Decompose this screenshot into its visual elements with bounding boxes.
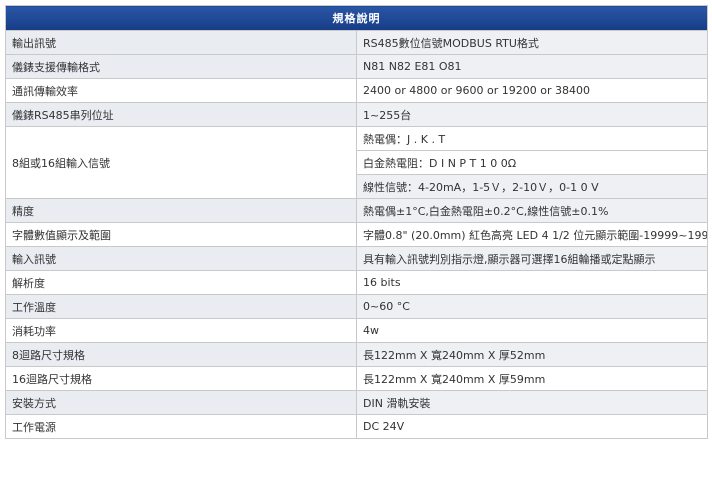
table-row: 儀錶RS485串列位址 1~255台 [5,102,708,127]
row-label: 工作電源 [5,414,357,439]
table-row: 16迴路尺寸規格 長122mm X 寬240mm X 厚59mm [5,366,708,391]
row-label: 工作溫度 [5,294,357,319]
row-value: 長122mm X 寬240mm X 厚59mm [356,366,708,391]
row-value: 熱電偶：J . K . T [356,126,708,151]
row-label: 通訊傳輸效率 [5,78,357,103]
row-label: 8迴路尺寸規格 [5,342,357,367]
table-row: 8迴路尺寸規格 長122mm X 寬240mm X 厚52mm [5,342,708,367]
spec-table-container: 規格說明 輸出訊號 RS485數位信號MODBUS RTU格式 儀錶支援傳輸格式… [5,5,708,439]
row-value: 16 bits [356,270,708,295]
table-row: 輸出訊號 RS485數位信號MODBUS RTU格式 [5,30,708,55]
spec-table: 規格說明 輸出訊號 RS485數位信號MODBUS RTU格式 儀錶支援傳輸格式… [5,5,708,439]
table-row: 解析度 16 bits [5,270,708,295]
table-row: 儀錶支援傳輸格式 N81 N82 E81 O81 [5,54,708,79]
table-row: 通訊傳輸效率 2400 or 4800 or 9600 or 19200 or … [5,78,708,103]
row-label: 安裝方式 [5,390,357,415]
table-row: 精度 熱電偶±1°C,白金熱電阻±0.2°C,線性信號±0.1% [5,198,708,223]
table-row: 消耗功率 4w [5,318,708,343]
table-row: 字體數值顯示及範圍 字體0.8" (20.0mm) 紅色高亮 LED 4 1/2… [5,222,708,247]
row-label: 精度 [5,198,357,223]
row-label: 消耗功率 [5,318,357,343]
row-value: N81 N82 E81 O81 [356,54,708,79]
row-value: RS485數位信號MODBUS RTU格式 [356,30,708,55]
row-label: 字體數值顯示及範圍 [5,222,357,247]
row-label: 輸出訊號 [5,30,357,55]
table-row: 工作電源 DC 24V [5,414,708,439]
row-label: 儀錶支援傳輸格式 [5,54,357,79]
row-value: 具有輸入訊號判別指示燈,顯示器可選擇16組輪播或定點顯示 [356,246,708,271]
row-value: 白金熱電阻：D I N P T 1 0 0Ω [356,150,708,175]
row-label: 8組或16組輸入信號 [5,126,357,199]
table-header: 規格說明 [5,5,708,31]
row-value: 4w [356,318,708,343]
row-value: 字體0.8" (20.0mm) 紅色高亮 LED 4 1/2 位元顯示範圍-19… [356,222,708,247]
row-value: 熱電偶±1°C,白金熱電阻±0.2°C,線性信號±0.1% [356,198,708,223]
row-value: 1~255台 [356,102,708,127]
table-row: 工作溫度 0~60 °C [5,294,708,319]
row-value: 線性信號：4-20mA，1-5Ｖ，2-10Ｖ，0-1 0 V [356,174,708,199]
table-row: 安裝方式 DIN 滑軌安裝 [5,390,708,415]
row-value: DIN 滑軌安裝 [356,390,708,415]
row-value: 0~60 °C [356,294,708,319]
row-label: 16迴路尺寸規格 [5,366,357,391]
row-label: 輸入訊號 [5,246,357,271]
header-row: 規格說明 [5,5,708,31]
row-label: 解析度 [5,270,357,295]
table-row: 輸入訊號 具有輸入訊號判別指示燈,顯示器可選擇16組輪播或定點顯示 [5,246,708,271]
row-value: 2400 or 4800 or 9600 or 19200 or 38400 [356,78,708,103]
row-value: 長122mm X 寬240mm X 厚52mm [356,342,708,367]
table-row: 8組或16組輸入信號 熱電偶：J . K . T [5,126,708,199]
row-value: DC 24V [356,414,708,439]
row-label: 儀錶RS485串列位址 [5,102,357,127]
